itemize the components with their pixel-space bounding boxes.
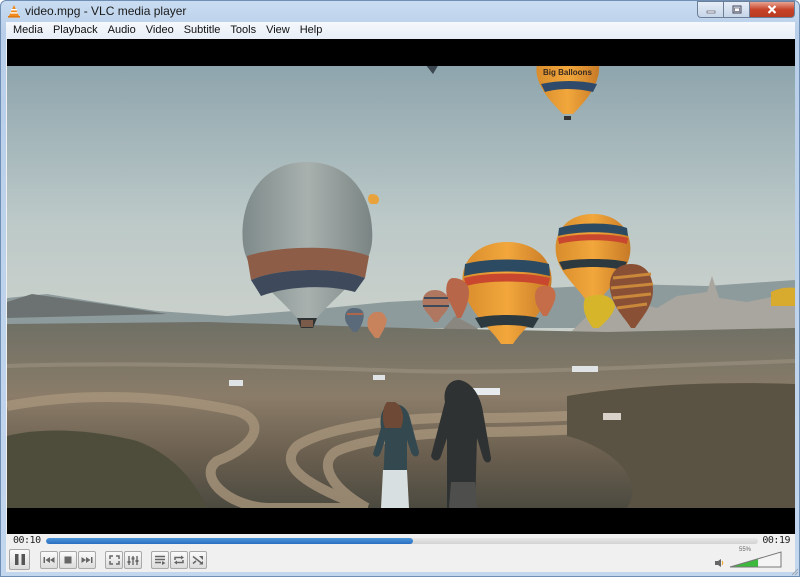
menu-help[interactable]: Help	[295, 22, 328, 39]
close-icon	[767, 5, 777, 14]
close-button[interactable]	[749, 1, 795, 18]
menu-subtitle[interactable]: Subtitle	[179, 22, 226, 39]
skip-forward-icon	[81, 557, 93, 563]
next-button[interactable]	[78, 551, 96, 569]
skip-back-icon	[43, 557, 55, 563]
pause-icon	[14, 554, 25, 565]
playlist-button[interactable]	[151, 551, 169, 569]
vlc-cone-icon	[8, 5, 20, 18]
seek-slider[interactable]	[46, 538, 758, 544]
stop-icon	[64, 556, 72, 564]
seek-row: 00:10 00:19	[6, 534, 795, 547]
elapsed-time: 00:10	[13, 535, 41, 546]
balloon-text: Big Balloons	[543, 68, 592, 77]
equalizer-icon	[127, 555, 139, 565]
menu-tools[interactable]: Tools	[225, 22, 261, 39]
minimize-icon	[706, 10, 715, 13]
pause-button[interactable]	[9, 549, 30, 570]
stop-button[interactable]	[59, 551, 77, 569]
title-bar[interactable]: video.mpg - VLC media player	[1, 1, 799, 22]
fullscreen-button[interactable]	[105, 551, 123, 569]
seek-progress-fill	[46, 538, 413, 544]
fullscreen-icon	[108, 555, 120, 565]
resize-grip-icon[interactable]	[789, 566, 799, 576]
maximize-button[interactable]	[723, 1, 749, 18]
random-button[interactable]	[189, 551, 207, 569]
vlc-window: video.mpg - VLC media player Media Playb…	[0, 0, 800, 577]
menu-bar: Media Playback Audio Video Subtitle Tool…	[6, 22, 795, 39]
loop-icon	[174, 555, 184, 565]
extended-settings-button[interactable]	[124, 551, 142, 569]
minimize-button[interactable]	[697, 1, 723, 18]
window-title: video.mpg - VLC media player	[25, 4, 187, 18]
shuffle-icon	[192, 555, 203, 565]
menu-media[interactable]: Media	[8, 22, 48, 39]
menu-audio[interactable]: Audio	[103, 22, 141, 39]
menu-playback[interactable]: Playback	[48, 22, 103, 39]
volume-slider[interactable]: 55%	[729, 547, 783, 569]
restore-icon	[732, 5, 741, 14]
control-bar: 55%	[6, 547, 795, 572]
client-area: Media Playback Audio Video Subtitle Tool…	[6, 22, 795, 572]
total-time[interactable]: 00:19	[762, 535, 790, 546]
speaker-icon[interactable]	[714, 558, 724, 568]
video-output[interactable]: Big Balloons	[7, 39, 795, 534]
video-frame: Big Balloons	[7, 66, 795, 508]
previous-button[interactable]	[40, 551, 58, 569]
menu-view[interactable]: View	[261, 22, 295, 39]
menu-video[interactable]: Video	[141, 22, 179, 39]
playlist-icon	[155, 555, 166, 565]
loop-button[interactable]	[170, 551, 188, 569]
